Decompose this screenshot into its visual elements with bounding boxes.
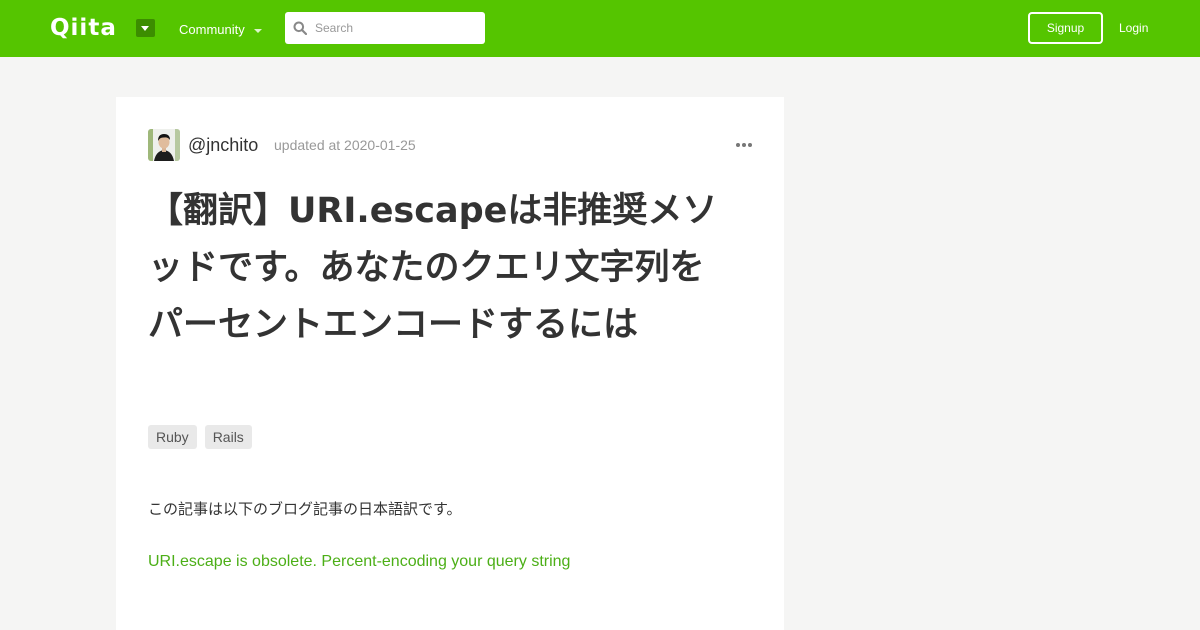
updated-date: updated at 2020-01-25 bbox=[274, 137, 416, 153]
article-title: 【翻訳】URI.escapeは非推奨メソッドです。あなたのクエリ文字列をパーセン… bbox=[148, 191, 718, 345]
search-input[interactable] bbox=[315, 12, 480, 44]
article-intro: この記事は以下のブログ記事の日本語訳です。 bbox=[148, 500, 462, 518]
chevron-down-icon bbox=[253, 28, 262, 33]
source-article-link[interactable]: URI.escape is obsolete. Percent-encoding… bbox=[148, 552, 570, 572]
article-card: @jnchito updated at 2020-01-25 【翻訳】URI.e… bbox=[116, 97, 784, 630]
signup-button[interactable]: Signup bbox=[1028, 12, 1103, 44]
avatar[interactable] bbox=[148, 129, 180, 161]
search-box bbox=[285, 12, 485, 44]
search-icon bbox=[293, 21, 307, 35]
qiita-logo[interactable]: Qiita bbox=[50, 14, 117, 42]
top-navbar: Qiita Community Signup Login bbox=[0, 0, 1200, 57]
tag-ruby[interactable]: Ruby bbox=[148, 425, 197, 449]
community-menu[interactable]: Community bbox=[179, 22, 262, 38]
tag-rails[interactable]: Rails bbox=[204, 425, 252, 449]
author-name[interactable]: @jnchito bbox=[188, 135, 258, 155]
dropdown-caret-icon[interactable] bbox=[136, 19, 155, 37]
more-icon[interactable] bbox=[736, 141, 752, 149]
tag-list: Ruby Rails bbox=[148, 425, 252, 449]
community-label: Community bbox=[179, 22, 245, 37]
login-link[interactable]: Login bbox=[1119, 20, 1148, 36]
